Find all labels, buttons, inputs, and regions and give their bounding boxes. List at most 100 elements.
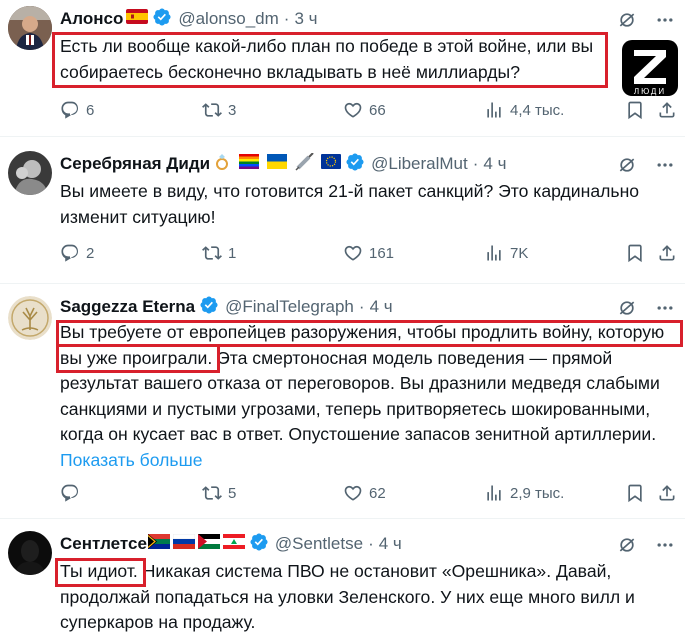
like-button[interactable]: 62 [343, 481, 386, 505]
bookmark-icon [625, 483, 645, 503]
reply-count: 2 [86, 244, 95, 262]
bookmark-icon [625, 243, 645, 263]
tweet-text-line: вы уже проиграли. Эта смертоносная модел… [60, 347, 613, 368]
grok-icon[interactable] [617, 535, 637, 560]
watermark-text: ЛЮДИ [633, 87, 667, 96]
reply-icon [60, 100, 80, 120]
avatar[interactable] [8, 6, 52, 50]
tweet-text-line: результат вашего отказа от переговоров. … [60, 373, 660, 393]
tweet-text: Вы имеете в виду, что готовится 21-й пак… [60, 179, 675, 230]
avatar[interactable] [8, 151, 52, 195]
tweet-actions: 2 1 161 7K [60, 241, 675, 265]
russia-flag-icon [172, 533, 196, 554]
tweet-text-line: Ты идиот. Никакая система ПВО не останов… [60, 561, 612, 581]
user-handle[interactable]: @alonso_dm [178, 9, 278, 29]
more-icon[interactable] [655, 535, 675, 560]
views-icon [484, 483, 504, 503]
avatar-image [8, 6, 52, 50]
reply-button[interactable]: 2 [60, 241, 94, 265]
display-name[interactable]: Серебряная Диди [60, 154, 210, 174]
like-button[interactable]: 161 [343, 241, 394, 265]
tweet-text-line: санкциями и пустыми угрозами, теперь при… [60, 398, 651, 419]
timestamp[interactable]: 4 ч [379, 534, 402, 554]
tweet-3[interactable]: Saggezza Eterna @FinalTelegraph · 4 ч Вы… [0, 284, 685, 516]
separator-dot: · [472, 154, 479, 173]
tweet-text: Есть ли вообще какой-либо план по победе… [60, 34, 675, 85]
palestine-flag-icon [197, 534, 220, 554]
retweet-button[interactable]: 3 [202, 98, 236, 122]
timestamp[interactable]: 4 ч [370, 297, 393, 317]
like-button[interactable]: 66 [343, 98, 386, 122]
retweet-count: 3 [228, 101, 237, 119]
retweet-button[interactable]: 5 [202, 481, 236, 505]
like-icon [343, 243, 363, 263]
tweet-text: Вы требуете от европейцев разоружения, ч… [60, 320, 675, 473]
retweet-count: 1 [228, 244, 237, 262]
avatar-image [8, 531, 52, 575]
timestamp[interactable]: 3 ч [294, 9, 317, 29]
avatar[interactable] [8, 296, 52, 340]
retweet-count: 5 [228, 484, 237, 502]
tweet-text-line: Вы имеете в виду, что готовится 21-й пак… [60, 181, 640, 201]
share-button[interactable] [657, 241, 683, 265]
rainbow-flag-icon [239, 154, 260, 174]
tweet-header: Saggezza Eterna @FinalTelegraph · 4 ч [60, 296, 393, 318]
tweet-text-line: продолжай попадаться на уловки Зеленског… [60, 586, 635, 607]
reply-count: 6 [86, 101, 95, 119]
show-more-link[interactable]: Показать больше [60, 448, 675, 474]
reply-icon [60, 243, 80, 263]
tweet-top-actions [617, 535, 675, 560]
tweet-1[interactable]: Алонсо @alonso_dm · 3 ч Есть ли вообще к… [0, 0, 685, 134]
spain-flag-icon [126, 9, 149, 29]
tweet-top-actions [617, 155, 675, 180]
verified-badge-icon[interactable] [199, 295, 219, 320]
avatar-image [8, 296, 52, 340]
tweet-2[interactable]: Серебряная Диди @LiberalMut · 4 ч Вы име… [0, 137, 685, 284]
tweet-4[interactable]: Сентлетсе @Sentletse · 4 ч Ты идиот. Ник… [0, 519, 685, 636]
ukraine-flag-icon [267, 154, 288, 174]
tweet-header: Алонсо @alonso_dm · 3 ч [60, 8, 318, 30]
display-name[interactable]: Алонсо [60, 9, 123, 29]
display-name[interactable]: Сентлетсе [60, 534, 147, 554]
more-icon[interactable] [655, 10, 675, 35]
bookmark-button[interactable] [625, 98, 651, 122]
views-button[interactable]: 4,4 тыс. [484, 98, 564, 122]
tweet-top-actions [617, 10, 675, 35]
user-handle[interactable]: @LiberalMut [371, 154, 468, 174]
share-button[interactable] [657, 98, 683, 122]
tweet-text-line: суперкаров на продажу. [60, 612, 256, 632]
user-handle[interactable]: @FinalTelegraph [225, 297, 354, 317]
share-button[interactable] [657, 481, 683, 505]
reply-icon [60, 483, 80, 503]
grok-icon[interactable] [617, 155, 637, 180]
separator-dot: · [283, 9, 290, 28]
more-icon[interactable] [655, 155, 675, 180]
views-button[interactable]: 2,9 тыс. [484, 481, 564, 505]
reply-button[interactable] [60, 481, 86, 505]
syringe-icon [295, 151, 315, 176]
retweet-button[interactable]: 1 [202, 241, 236, 265]
verified-badge-icon[interactable] [345, 152, 365, 177]
verified-badge-icon[interactable] [249, 532, 269, 557]
views-icon [484, 100, 504, 120]
views-count: 7K [510, 244, 529, 262]
ring-icon [213, 153, 231, 176]
views-button[interactable]: 7K [484, 241, 528, 265]
tweet-header: Сентлетсе @Sentletse · 4 ч [60, 533, 402, 555]
user-handle[interactable]: @Sentletse [275, 534, 363, 554]
display-name[interactable]: Saggezza Eterna [60, 297, 195, 317]
avatar[interactable] [8, 531, 52, 575]
like-count: 62 [369, 484, 386, 502]
reply-button[interactable]: 6 [60, 98, 94, 122]
tweet-actions: 5 62 2,9 тыс. [60, 481, 675, 505]
grok-icon[interactable] [617, 10, 637, 35]
share-icon [657, 483, 677, 503]
views-icon [484, 243, 504, 263]
retweet-icon [202, 483, 222, 503]
bookmark-button[interactable] [625, 241, 651, 265]
tweet-text-line: когда он кусает вас в ответ. Опустошение… [60, 424, 657, 444]
bookmark-icon [625, 100, 645, 120]
timestamp[interactable]: 4 ч [483, 154, 506, 174]
bookmark-button[interactable] [625, 481, 651, 505]
verified-badge-icon[interactable] [152, 7, 172, 32]
